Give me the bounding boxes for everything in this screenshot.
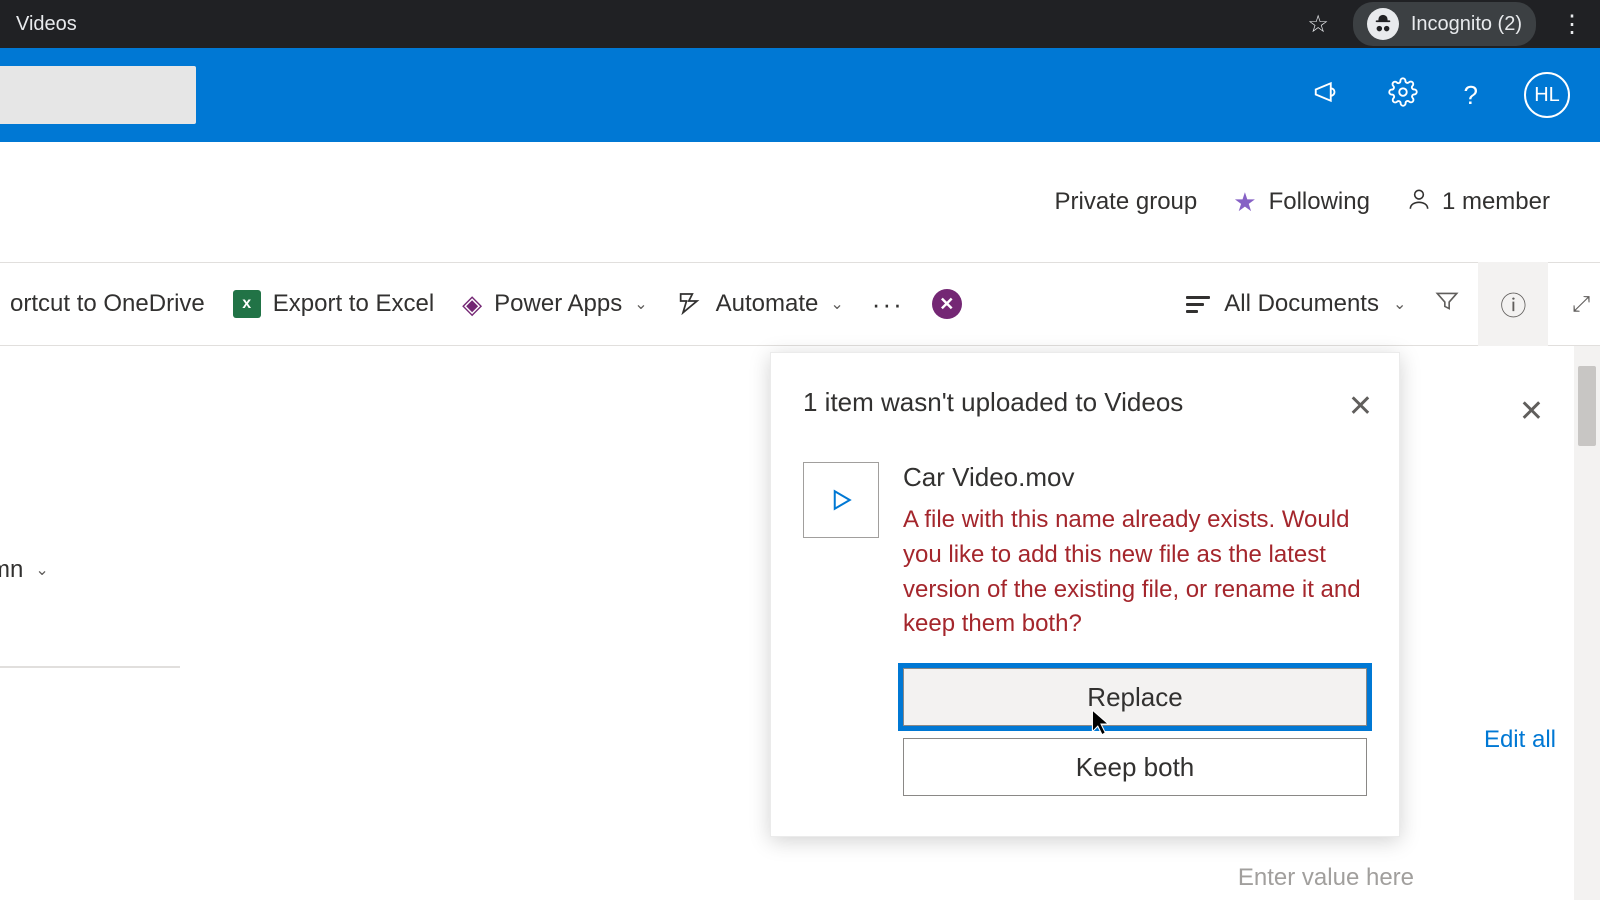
- add-column-header[interactable]: mn ⌄: [0, 556, 49, 584]
- automate-icon: [676, 287, 704, 322]
- upload-conflict-dialog: 1 item wasn't uploaded to Videos ✕ Car V…: [770, 352, 1400, 837]
- incognito-badge[interactable]: Incognito (2): [1353, 2, 1536, 46]
- dialog-title: 1 item wasn't uploaded to Videos: [803, 387, 1367, 418]
- divider: [0, 666, 180, 668]
- command-bar: ortcut to OneDrive x Export to Excel ◈ P…: [0, 262, 1600, 346]
- scrollbar-thumb[interactable]: [1578, 366, 1596, 446]
- info-panel-toggle[interactable]: ⓘ: [1478, 262, 1548, 346]
- following-toggle[interactable]: ★ Following: [1233, 187, 1370, 218]
- expand-icon[interactable]: ⤢: [1572, 291, 1590, 317]
- cancel-upload-button[interactable]: ✕: [932, 289, 962, 319]
- star-filled-icon: ★: [1233, 187, 1256, 218]
- powerapps-icon: ◈: [462, 289, 482, 320]
- list-icon: [1186, 296, 1210, 313]
- cmd-label: Automate: [716, 290, 819, 318]
- close-panel-button[interactable]: ✕: [1519, 394, 1544, 429]
- vertical-scrollbar[interactable]: [1574, 346, 1600, 900]
- browser-tab-title: Videos: [16, 13, 77, 36]
- dialog-close-button[interactable]: ✕: [1348, 389, 1373, 424]
- replace-button[interactable]: Replace: [903, 668, 1367, 726]
- filter-icon[interactable]: [1434, 288, 1460, 321]
- keep-both-button[interactable]: Keep both: [903, 738, 1367, 796]
- cmd-label: Power Apps: [494, 290, 622, 318]
- sharepoint-header: ? HL: [0, 48, 1600, 142]
- view-label: All Documents: [1224, 290, 1379, 318]
- content-area: mn ⌄ ✕ Edit all Enter value here 1 item …: [0, 346, 1600, 900]
- chevron-down-icon: ⌄: [634, 294, 647, 314]
- megaphone-icon[interactable]: [1312, 77, 1342, 114]
- excel-icon: x: [233, 290, 261, 318]
- browser-menu-icon[interactable]: ⋮: [1560, 10, 1584, 39]
- more-commands-button[interactable]: ···: [872, 289, 904, 320]
- shortcut-onedrive-button[interactable]: ortcut to OneDrive: [10, 290, 205, 318]
- automate-button[interactable]: Automate ⌄: [676, 287, 844, 322]
- help-icon[interactable]: ?: [1464, 80, 1478, 111]
- person-icon: [1406, 186, 1432, 219]
- search-input[interactable]: [0, 66, 196, 124]
- chevron-down-icon: ⌄: [1393, 294, 1406, 314]
- conflict-message: A file with this name already exists. Wo…: [903, 503, 1367, 642]
- view-selector[interactable]: All Documents ⌄: [1186, 290, 1406, 318]
- edit-all-link[interactable]: Edit all: [1484, 726, 1556, 754]
- avatar-initials: HL: [1534, 84, 1560, 107]
- following-label: Following: [1269, 188, 1370, 216]
- incognito-label: Incognito (2): [1411, 13, 1522, 36]
- video-file-icon: [803, 462, 879, 538]
- export-excel-button[interactable]: x Export to Excel: [233, 290, 434, 318]
- chevron-down-icon: ⌄: [35, 560, 48, 580]
- gear-icon[interactable]: [1388, 77, 1418, 114]
- power-apps-button[interactable]: ◈ Power Apps ⌄: [462, 289, 647, 320]
- user-avatar[interactable]: HL: [1524, 72, 1570, 118]
- members-label: 1 member: [1442, 188, 1550, 216]
- conflict-file-name: Car Video.mov: [903, 462, 1367, 493]
- bookmark-star-icon[interactable]: ☆: [1307, 10, 1329, 39]
- chevron-down-icon: ⌄: [830, 294, 843, 314]
- property-placeholder[interactable]: Enter value here: [1238, 864, 1414, 892]
- cmd-label: ortcut to OneDrive: [10, 290, 205, 318]
- group-info-row: Private group ★ Following 1 member: [0, 142, 1600, 262]
- cmd-label: Export to Excel: [273, 290, 434, 318]
- incognito-icon: [1367, 8, 1399, 40]
- column-label: mn: [0, 556, 23, 584]
- group-privacy: Private group: [1055, 188, 1198, 216]
- members-link[interactable]: 1 member: [1406, 186, 1550, 219]
- browser-chrome: Videos ☆ Incognito (2) ⋮: [0, 0, 1600, 48]
